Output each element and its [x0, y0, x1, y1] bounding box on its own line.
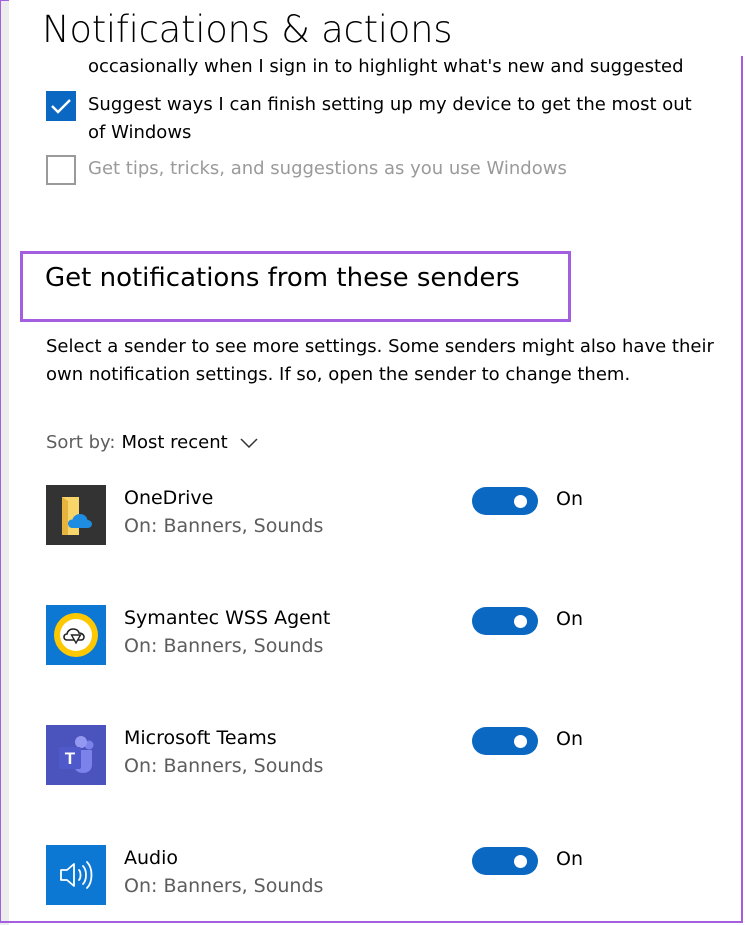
sender-row-symantec[interactable]: Symantec WSS Agent On: Banners, Sounds O… — [46, 605, 686, 667]
speaker-icon — [46, 845, 106, 905]
checkbox-tips-row[interactable]: Get tips, tricks, and suggestions as you… — [46, 155, 708, 185]
audio-toggle[interactable] — [472, 847, 538, 875]
tips-checkbox[interactable] — [46, 155, 76, 185]
sender-row-onedrive[interactable]: OneDrive On: Banners, Sounds On — [46, 485, 686, 547]
onedrive-icon — [46, 485, 106, 545]
chevron-down-icon[interactable] — [240, 437, 258, 448]
toggle-knob — [514, 735, 527, 748]
sort-value[interactable]: Most recent — [121, 432, 227, 453]
toggle-knob — [514, 615, 527, 628]
partial-description: occasionally when I sign in to highlight… — [88, 56, 684, 77]
suggest-setup-checkbox[interactable] — [46, 91, 76, 121]
sender-row-audio[interactable]: Audio On: Banners, Sounds On — [46, 845, 686, 907]
checkmark-icon — [51, 99, 71, 114]
teams-icon: T — [46, 725, 106, 785]
checkbox-suggest-setup-row[interactable]: Suggest ways I can finish setting up my … — [46, 91, 708, 147]
sender-name: Microsoft Teams — [124, 727, 277, 749]
sender-detail: On: Banners, Sounds — [124, 635, 324, 657]
sender-row-teams[interactable]: T Microsoft Teams On: Banners, Sounds On — [46, 725, 686, 787]
toggle-state-label: On — [556, 488, 583, 510]
onedrive-toggle[interactable] — [472, 487, 538, 515]
window-edge — [0, 0, 9, 925]
sort-label: Sort by: — [46, 432, 116, 453]
senders-description: Select a sender to see more settings. So… — [46, 336, 714, 385]
senders-heading: Get notifications from these senders — [45, 263, 520, 293]
sender-name: OneDrive — [124, 487, 214, 509]
toggle-knob — [514, 855, 527, 868]
tips-label: Get tips, tricks, and suggestions as you… — [88, 158, 567, 179]
sender-detail: On: Banners, Sounds — [124, 875, 324, 897]
toggle-state-label: On — [556, 848, 583, 870]
sender-name: Audio — [124, 847, 179, 869]
toggle-state-label: On — [556, 728, 583, 750]
sender-detail: On: Banners, Sounds — [124, 515, 324, 537]
suggest-setup-label: Suggest ways I can finish setting up my … — [88, 94, 692, 143]
sender-name: Symantec WSS Agent — [124, 607, 331, 629]
toggle-state-label: On — [556, 608, 583, 630]
symantec-toggle[interactable] — [472, 607, 538, 635]
teams-toggle[interactable] — [472, 727, 538, 755]
sender-detail: On: Banners, Sounds — [124, 755, 324, 777]
page-title: Notifications & actions — [42, 8, 453, 51]
sort-dropdown[interactable]: Sort by: Most recent — [46, 432, 258, 453]
toggle-knob — [514, 495, 527, 508]
svg-text:T: T — [65, 749, 76, 768]
symantec-icon — [46, 605, 106, 665]
